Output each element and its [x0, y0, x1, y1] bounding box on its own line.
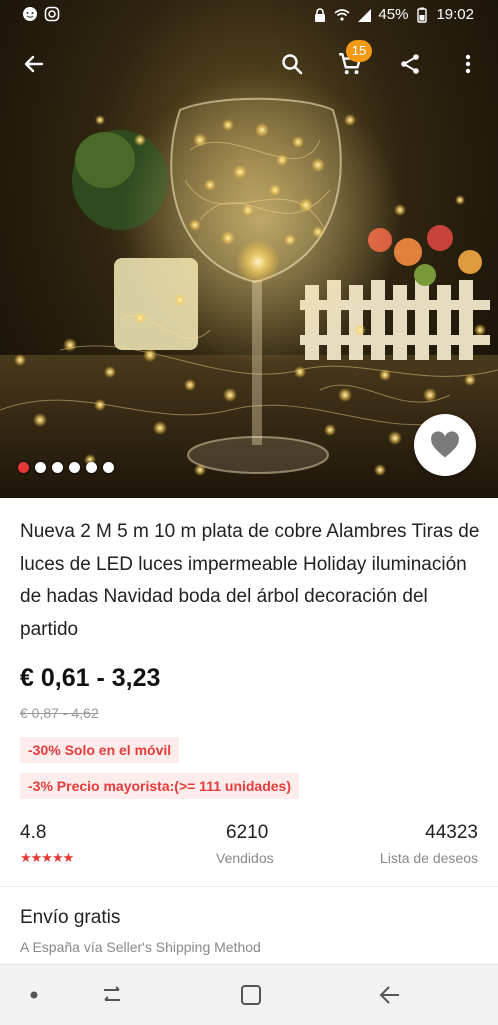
pager-dot[interactable]	[69, 462, 80, 473]
original-price: € 0,87 - 4,62	[20, 705, 99, 721]
system-nav-bar	[0, 964, 498, 1025]
home-button[interactable]	[229, 977, 273, 1013]
status-bar: 45% 19:02	[0, 0, 498, 32]
pager-dot[interactable]	[86, 462, 97, 473]
image-pager[interactable]	[18, 462, 114, 473]
status-left	[22, 6, 60, 22]
divider	[0, 886, 498, 887]
battery-percent: 45%	[378, 6, 409, 23]
pager-dot[interactable]	[103, 462, 114, 473]
home-icon	[241, 985, 261, 1005]
product-price: € 0,61 - 3,23	[20, 664, 161, 692]
product-title: Nueva 2 M 5 m 10 m plata de cobre Alambr…	[20, 521, 480, 640]
sold-label: Vendidos	[216, 850, 274, 866]
wishlist-count: 44323	[425, 822, 478, 843]
dot-icon	[30, 991, 38, 999]
notification-face-icon	[23, 7, 37, 21]
status-right: 45% 19:02	[312, 6, 474, 23]
pager-dot[interactable]	[52, 462, 63, 473]
signal-icon	[358, 8, 372, 22]
nav-dot-button[interactable]	[12, 977, 56, 1013]
back-arrow-icon	[379, 986, 399, 1004]
more-options-button[interactable]	[446, 42, 490, 86]
product-stats: 4.8 ★★★★★ 6210 Vendidos 44323 Lista de d…	[0, 822, 498, 872]
heart-icon	[431, 431, 459, 458]
back-nav-button[interactable]	[368, 977, 412, 1013]
wishlist-label: Lista de deseos	[379, 850, 478, 866]
recent-apps-button[interactable]	[90, 977, 134, 1013]
search-icon	[282, 54, 303, 75]
promo-tag-wholesale[interactable]: -3% Precio mayorista:(>= 111 unidades)	[20, 773, 300, 799]
shipping-method: A España vía Seller's Shipping Method	[20, 939, 261, 955]
sold-count: 6210	[226, 822, 269, 843]
shipping-title: Envío gratis	[20, 907, 121, 928]
lock-icon	[315, 7, 326, 22]
pager-dot[interactable]	[35, 462, 46, 473]
recent-apps-icon	[104, 986, 120, 1001]
rating-stars: ★★★★★	[20, 850, 74, 865]
share-button[interactable]	[388, 42, 432, 86]
rating-value: 4.8	[20, 822, 47, 843]
promo-tag-mobile: -30% Solo en el móvil	[20, 737, 180, 763]
wifi-icon	[334, 8, 350, 21]
battery-icon	[417, 7, 428, 23]
share-icon	[401, 54, 419, 74]
app-toolbar	[0, 36, 498, 92]
back-button[interactable]	[12, 42, 56, 86]
instagram-icon	[44, 6, 60, 22]
arrow-left-icon	[24, 55, 44, 73]
search-button[interactable]	[270, 42, 314, 86]
clock: 19:02	[436, 6, 474, 23]
wishlist-button[interactable]	[414, 414, 476, 476]
more-vert-icon	[465, 54, 471, 74]
cart-count-badge: 15	[346, 40, 372, 62]
pager-dot[interactable]	[18, 462, 29, 473]
